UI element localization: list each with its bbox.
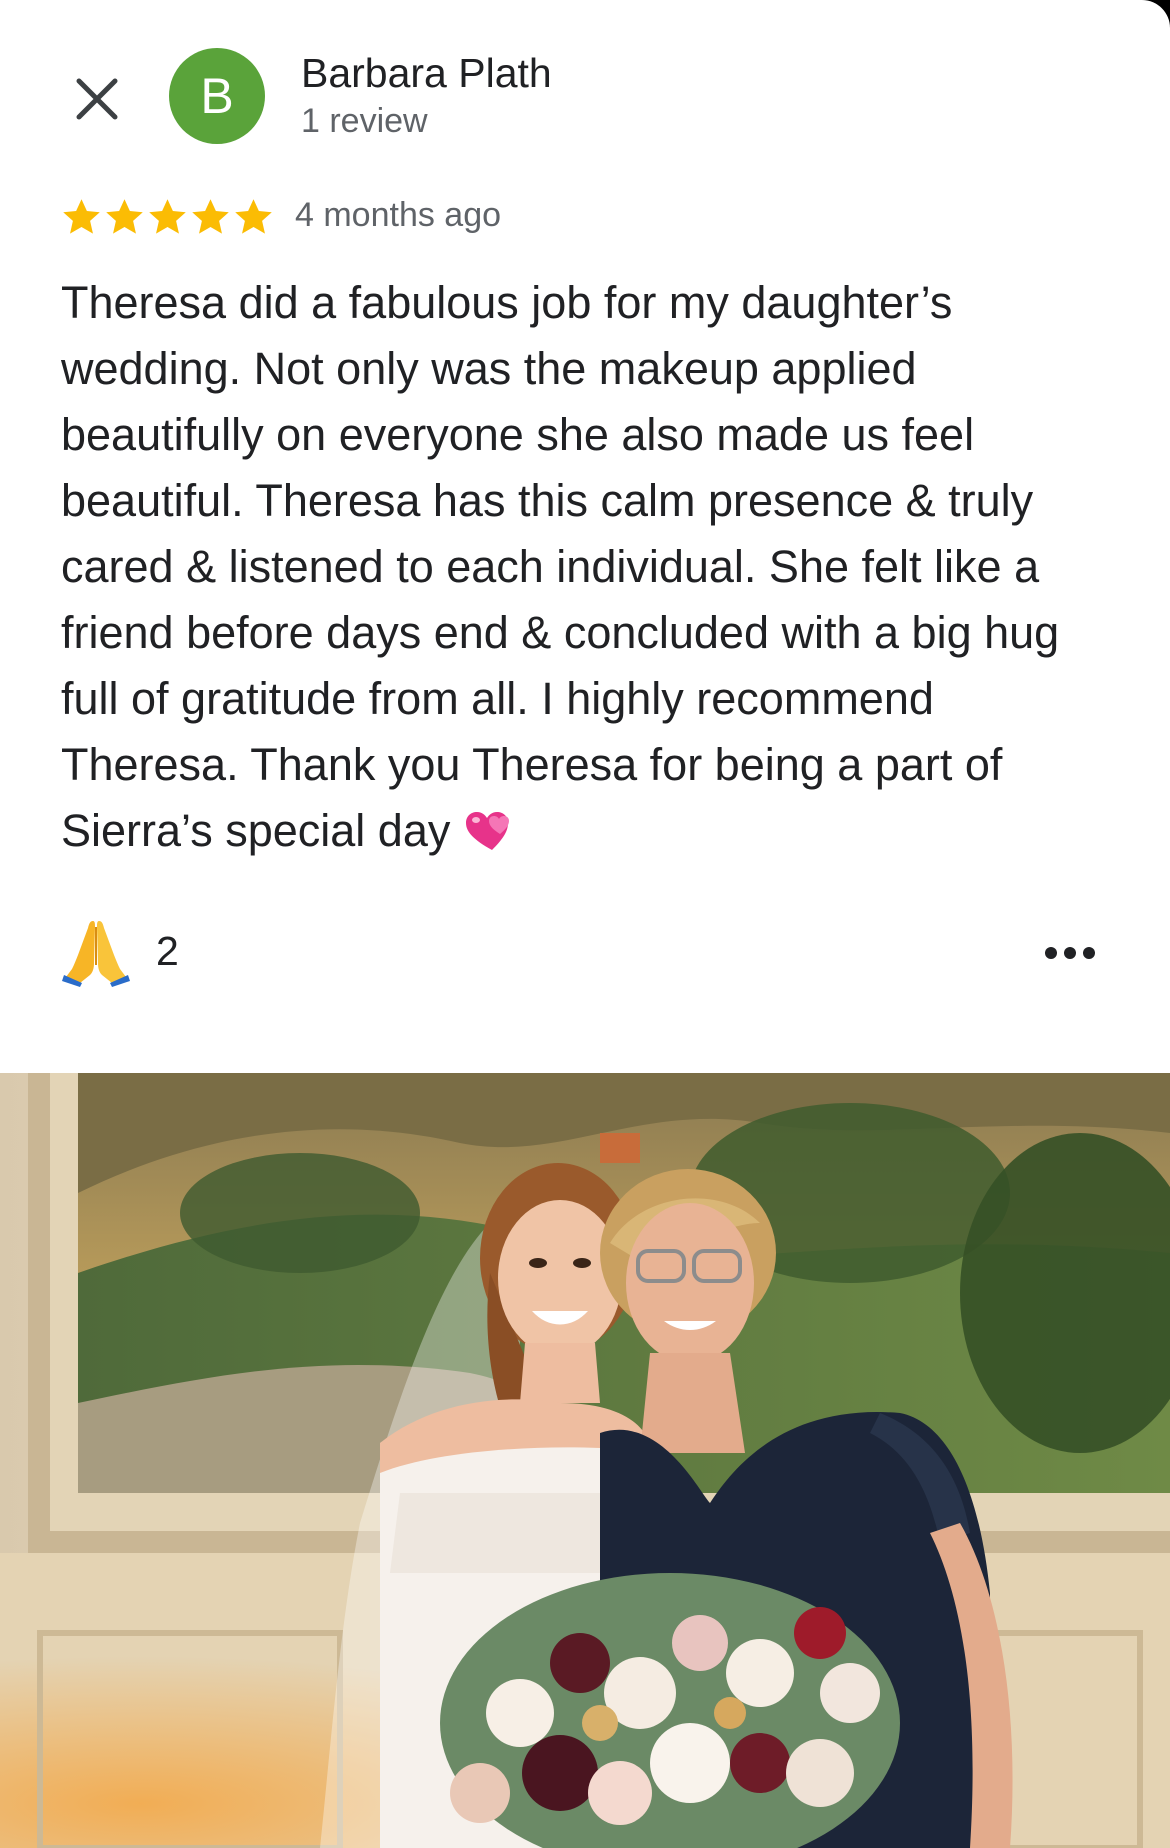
reaction-button[interactable]: 2 [60, 915, 179, 987]
wedding-photo-image [0, 1073, 1170, 1848]
more-horiz-icon [1045, 947, 1095, 959]
reaction-count: 2 [156, 927, 179, 974]
folded-hands-icon [62, 921, 130, 987]
close-icon [76, 78, 118, 120]
more-options-button[interactable] [1040, 935, 1100, 971]
avatar[interactable]: B [169, 48, 265, 144]
reviewer-review-count: 1 review [301, 102, 428, 140]
star-icon [63, 199, 100, 234]
review-body: Theresa did a fabulous job for my daught… [61, 270, 1121, 864]
review-photo[interactable] [0, 1073, 1170, 1848]
star-icon [235, 199, 272, 234]
review-screen: B Barbara Plath 1 review 4 months ago Th… [0, 0, 1170, 1848]
review-time: 4 months ago [295, 196, 502, 234]
reviewer-name[interactable]: Barbara Plath [301, 50, 552, 97]
review-text: Theresa did a fabulous job for my daught… [61, 277, 1060, 856]
star-icon [149, 199, 186, 234]
star-icon [192, 199, 229, 234]
avatar-letter: B [200, 68, 234, 124]
close-button[interactable] [62, 64, 132, 134]
star-icon [106, 199, 143, 234]
review-card: B Barbara Plath 1 review 4 months ago Th… [0, 0, 1170, 1073]
revolving-hearts-icon [466, 812, 510, 850]
star-rating [60, 196, 275, 239]
